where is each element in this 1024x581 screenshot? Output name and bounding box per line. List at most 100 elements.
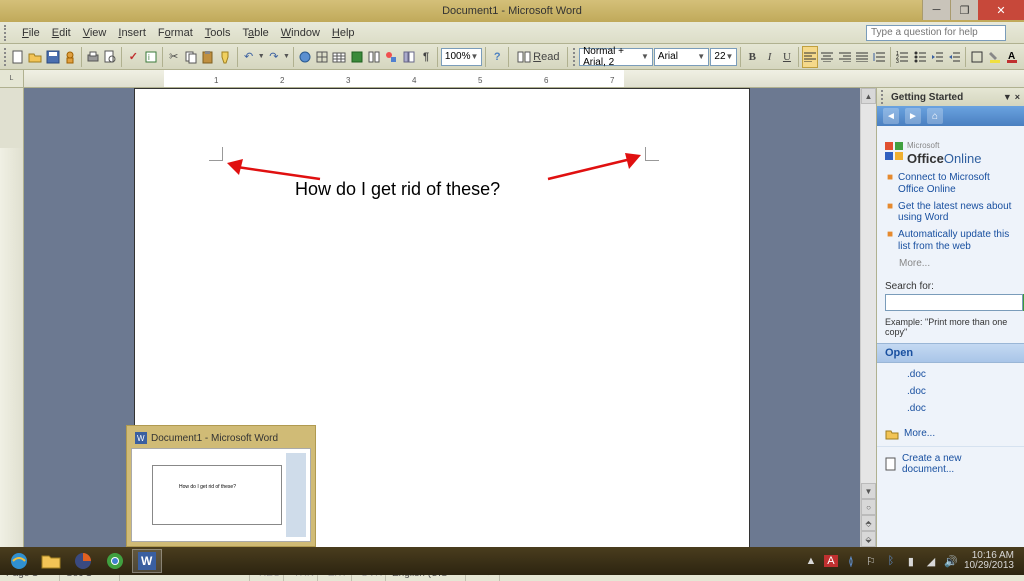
minimize-button[interactable]: ─	[922, 0, 950, 20]
format-painter-icon[interactable]	[217, 46, 233, 68]
menu-format[interactable]: Format	[152, 25, 199, 41]
italic-icon[interactable]: I	[761, 46, 777, 68]
create-new-doc-link[interactable]: Create a new document...	[877, 446, 1024, 481]
numbering-icon[interactable]: 123	[894, 46, 910, 68]
hyperlink-icon[interactable]	[297, 46, 313, 68]
search-input[interactable]	[885, 294, 1023, 311]
scroll-down-icon[interactable]: ▼	[861, 483, 876, 499]
drawing-icon[interactable]	[383, 46, 399, 68]
zoom-combo[interactable]: 100%▼	[441, 48, 483, 66]
tray-bt-icon[interactable]: ᛒ	[884, 555, 898, 567]
redo-icon[interactable]: ↷	[266, 46, 282, 68]
align-right-icon[interactable]	[836, 46, 852, 68]
prev-page-icon[interactable]: ⬘	[861, 515, 876, 531]
copy-icon[interactable]	[183, 46, 199, 68]
home-icon[interactable]: ⌂	[927, 108, 943, 124]
horizontal-ruler[interactable]: 1 2 3 4 5 6 7	[24, 70, 1024, 87]
browse-object-icon[interactable]: ○	[861, 499, 876, 515]
taskbar-thumbnail-preview[interactable]: W Document1 - Microsoft Word How do I ge…	[126, 425, 316, 547]
back-icon[interactable]: ◄	[883, 108, 899, 124]
word-taskbar-icon[interactable]: W	[132, 549, 162, 573]
redo-dropdown[interactable]: ▼	[283, 53, 290, 60]
menu-edit[interactable]: Edit	[46, 25, 77, 41]
align-center-icon[interactable]	[819, 46, 835, 68]
read-button[interactable]: Read	[512, 46, 564, 68]
help-icon[interactable]: ?	[489, 46, 505, 68]
font-size-combo[interactable]: 22▼	[710, 48, 737, 66]
forward-icon[interactable]: ►	[905, 108, 921, 124]
recent-doc[interactable]: .doc	[887, 369, 1014, 380]
chrome-icon[interactable]	[100, 549, 130, 573]
tray-show-hidden-icon[interactable]: ▲	[804, 555, 818, 567]
cut-icon[interactable]: ✂	[166, 46, 182, 68]
style-combo[interactable]: Normal + Arial, 2▼	[579, 48, 653, 66]
toolbar-grip[interactable]	[4, 48, 9, 66]
tray-volume-icon[interactable]: 🔊	[944, 555, 958, 568]
document-text[interactable]: How do I get rid of these?	[295, 179, 500, 200]
borders-icon[interactable]	[969, 46, 985, 68]
tray-bluetooth-icon[interactable]: ≬	[844, 555, 858, 568]
vertical-ruler[interactable]	[0, 88, 24, 547]
print-preview-icon[interactable]	[102, 46, 118, 68]
menu-file[interactable]: File	[16, 25, 46, 41]
menu-window[interactable]: Window	[275, 25, 326, 41]
spellcheck-icon[interactable]: ✓	[125, 46, 141, 68]
new-doc-icon[interactable]	[10, 46, 26, 68]
link-connect[interactable]: ■Connect to Microsoft Office Online	[887, 172, 1014, 196]
tray-clock[interactable]: 10:16 AM 10/29/2013	[964, 551, 1014, 572]
help-search-input[interactable]	[866, 25, 1006, 41]
undo-icon[interactable]: ↶	[240, 46, 256, 68]
align-left-icon[interactable]	[802, 46, 818, 68]
firefox-icon[interactable]	[68, 549, 98, 573]
link-update[interactable]: ■Automatically update this list from the…	[887, 229, 1014, 253]
bullets-icon[interactable]	[911, 46, 927, 68]
open-icon[interactable]	[27, 46, 43, 68]
maximize-button[interactable]: ❐	[950, 0, 978, 20]
menu-table[interactable]: Table	[236, 25, 274, 41]
menu-insert[interactable]: Insert	[112, 25, 152, 41]
permission-icon[interactable]	[62, 46, 78, 68]
tab-selector[interactable]: L	[0, 70, 24, 87]
insert-table-icon[interactable]	[331, 46, 347, 68]
more-docs-link[interactable]: More...	[877, 424, 1024, 444]
explorer-icon[interactable]	[36, 549, 66, 573]
research-icon[interactable]: i	[142, 46, 158, 68]
tray-network-icon[interactable]: ◢	[924, 555, 938, 568]
toolbar-grip[interactable]	[573, 48, 578, 66]
excel-icon[interactable]	[349, 46, 365, 68]
toolbar-grip[interactable]	[4, 25, 12, 41]
vertical-scrollbar[interactable]: ▲ ▼ ○ ⬘ ⬙	[860, 88, 876, 547]
taskpane-grip[interactable]	[881, 90, 887, 104]
decrease-indent-icon[interactable]	[929, 46, 945, 68]
show-hide-icon[interactable]: ¶	[418, 46, 434, 68]
bold-icon[interactable]: B	[744, 46, 760, 68]
highlight-icon[interactable]	[986, 46, 1002, 68]
tray-adobe-icon[interactable]: A	[824, 555, 838, 567]
tray-action-center-icon[interactable]: ⚐	[864, 555, 878, 568]
ie-icon[interactable]	[4, 549, 34, 573]
taskpane-close-icon[interactable]: ×	[1015, 92, 1020, 102]
doc-map-icon[interactable]	[401, 46, 417, 68]
menu-help[interactable]: Help	[326, 25, 361, 41]
save-icon[interactable]	[44, 46, 60, 68]
justify-icon[interactable]	[854, 46, 870, 68]
menu-view[interactable]: View	[77, 25, 113, 41]
tray-power-icon[interactable]: ▮	[904, 555, 918, 568]
recent-doc[interactable]: .doc	[887, 403, 1014, 414]
next-page-icon[interactable]: ⬙	[861, 531, 876, 547]
print-icon[interactable]	[85, 46, 101, 68]
columns-icon[interactable]	[366, 46, 382, 68]
paste-icon[interactable]	[200, 46, 216, 68]
link-more[interactable]: More...	[887, 258, 1014, 269]
tables-borders-icon[interactable]	[314, 46, 330, 68]
link-news[interactable]: ■Get the latest news about using Word	[887, 201, 1014, 225]
scroll-up-icon[interactable]: ▲	[861, 88, 876, 104]
menu-tools[interactable]: Tools	[199, 25, 237, 41]
increase-indent-icon[interactable]	[946, 46, 962, 68]
scroll-track[interactable]	[861, 104, 876, 483]
line-spacing-icon[interactable]	[871, 46, 887, 68]
font-combo[interactable]: Arial▼	[654, 48, 709, 66]
font-color-icon[interactable]: A	[1004, 46, 1020, 68]
recent-doc[interactable]: .doc	[887, 386, 1014, 397]
underline-icon[interactable]: U	[779, 46, 795, 68]
